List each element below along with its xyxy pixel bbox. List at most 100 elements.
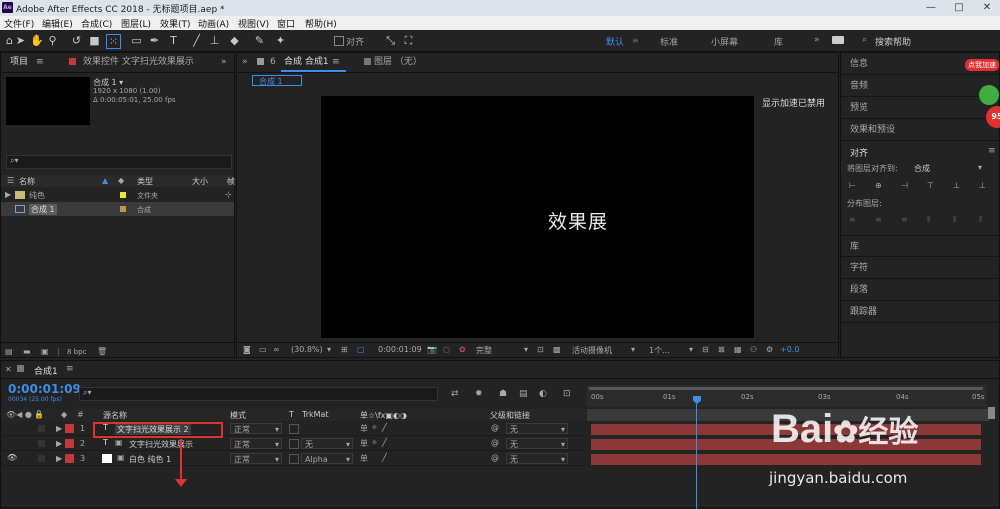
type-tool-icon[interactable]: T	[167, 34, 180, 47]
timeline-search-input[interactable]: ⌕▾	[79, 387, 438, 401]
chevron-down-icon[interactable]: ▾	[978, 163, 982, 172]
column-extra[interactable]: 帧	[227, 176, 235, 187]
align-vcenter-icon[interactable]: ⊥	[953, 181, 960, 190]
hand-tool-icon[interactable]: ✋	[30, 34, 44, 47]
more-workspaces-icon[interactable]: »	[814, 35, 820, 45]
roto-brush-tool-icon[interactable]: ✎	[253, 34, 266, 47]
comp-navigator-tab[interactable]: 合成 1	[252, 75, 302, 86]
blend-mode-dropdown[interactable]: 正常 ▾	[230, 423, 282, 434]
timeline-tab-menu-icon[interactable]: ≡	[66, 364, 74, 374]
visibility-eye-icon[interactable]: 👁	[7, 453, 17, 462]
shy-layers-icon[interactable]: ☗	[499, 389, 507, 399]
preserve-transparency-toggle[interactable]	[289, 439, 299, 449]
column-name[interactable]: 名称	[19, 176, 35, 187]
flowchart-icon[interactable]: ⚇	[750, 345, 757, 354]
source-name-header[interactable]: 源名称	[103, 410, 127, 421]
graph-editor-icon[interactable]: ⊡	[563, 389, 571, 399]
chevron-down-icon[interactable]: ▾	[524, 345, 528, 354]
expand-arrow-icon[interactable]: ▶	[56, 424, 62, 433]
sync-icon[interactable]	[832, 36, 844, 44]
layer-tab[interactable]: 图层 （无）	[374, 53, 422, 71]
pickwhip-icon[interactable]: @	[491, 453, 499, 462]
exposure-value[interactable]: +0.0	[780, 345, 799, 354]
preserve-transparency-toggle[interactable]	[289, 454, 299, 464]
menu-animation[interactable]: 动画(A)	[198, 17, 229, 30]
distribute-top-icon[interactable]: ≡	[849, 215, 856, 224]
label-color-swatch[interactable]	[120, 206, 126, 212]
motion-blur-icon[interactable]: ◐	[539, 389, 547, 399]
layer-name[interactable]: 文字扫光效果展示	[129, 439, 193, 450]
close-button[interactable]: ✕	[974, 0, 1000, 15]
menu-composition[interactable]: 合成(C)	[81, 17, 112, 30]
timeline-tab[interactable]: 合成1	[34, 364, 58, 377]
label-color-swatch[interactable]	[120, 192, 126, 198]
snap-grid-icon[interactable]: ⛶	[402, 34, 415, 47]
maximize-button[interactable]: □	[946, 0, 972, 15]
pickwhip-icon[interactable]: @	[491, 423, 499, 432]
draft-3d-icon[interactable]: ✹	[475, 389, 483, 399]
workspace-standard[interactable]: 标准	[660, 35, 678, 48]
collapse-switch-icon[interactable]: 单	[360, 423, 368, 434]
align-left-icon[interactable]: ⊢	[849, 181, 856, 190]
parent-dropdown[interactable]: 无 ▾	[506, 423, 568, 434]
lock-toggle[interactable]	[38, 455, 45, 462]
composition-tab[interactable]: 合成 合成1	[284, 53, 329, 71]
align-checkbox[interactable]	[334, 36, 344, 46]
delete-icon[interactable]: 🗑	[97, 347, 107, 356]
new-folder-icon[interactable]: ▬	[23, 347, 31, 356]
blend-mode-dropdown[interactable]: 正常 ▾	[230, 453, 282, 464]
project-tab[interactable]: 项目	[10, 53, 28, 71]
snapshot-icon[interactable]: 📷	[427, 345, 437, 354]
layer-row-2[interactable]: ▶ 2 T ▣ 文字扫光效果展示 正常 ▾ 无 ▾ 单 ✧ ╱ @ 无 ▾	[1, 437, 586, 451]
brush-tool-icon[interactable]: ╱	[190, 34, 203, 47]
puppet-tool-icon[interactable]: ✦	[274, 34, 287, 47]
trkmat-dropdown[interactable]: Alpha ▾	[301, 453, 353, 464]
preview-panel[interactable]: 预览	[841, 97, 1000, 119]
camera-tool-icon[interactable]: ■	[88, 34, 101, 47]
paragraph-panel[interactable]: 段落	[841, 279, 1000, 301]
layer-row-3[interactable]: 👁 ▶ 3 ▣ 白色 纯色 1 正常 ▾ Alpha ▾ 单 ╱ @ 无 ▾	[1, 452, 586, 466]
lock-toggle[interactable]	[38, 440, 45, 447]
zoom-dropdown[interactable]: (30.8%)	[291, 345, 323, 354]
column-type[interactable]: 类型	[137, 176, 153, 187]
selection-tool-icon[interactable]: ➤	[14, 34, 27, 47]
current-time[interactable]: 0:00:01:09	[378, 345, 422, 354]
effect-switch-icon[interactable]: ╱	[382, 423, 387, 432]
transparency-grid-icon[interactable]: ▩	[553, 345, 561, 354]
effect-switch-icon[interactable]: ╱	[382, 438, 387, 447]
parent-header[interactable]: 父级和链接	[490, 410, 530, 421]
speedup-mascot-icon[interactable]	[979, 85, 999, 105]
workspace-library[interactable]: 库	[774, 35, 783, 48]
new-composition-icon[interactable]: ▣	[41, 347, 49, 356]
label-color-swatch[interactable]	[65, 424, 74, 433]
time-ruler[interactable]: 00s 01s 02s 03s 04s 05s	[587, 385, 987, 407]
sort-ascending-icon[interactable]: ▲	[102, 176, 108, 185]
project-row-comp[interactable]: 合成 1 合成	[1, 202, 234, 216]
align-to-dropdown[interactable]: 合成	[914, 163, 930, 174]
search-help-input[interactable]: 搜索帮助	[875, 35, 911, 48]
align-hcenter-icon[interactable]: ⊕	[875, 181, 882, 190]
comp-mini-flowchart-icon[interactable]: ⇄	[451, 389, 459, 399]
interpret-footage-icon[interactable]: ▤	[5, 347, 13, 356]
menu-view[interactable]: 视图(V)	[238, 17, 269, 30]
playhead-line[interactable]	[696, 404, 697, 509]
preserve-transparency-toggle[interactable]	[289, 424, 299, 434]
quality-switch-icon[interactable]: ✧	[371, 438, 378, 447]
audio-panel[interactable]: 音频	[841, 75, 1000, 97]
work-area-bar[interactable]	[589, 387, 983, 390]
panel-more-icon[interactable]: »	[221, 53, 227, 71]
distribute-hcenter-icon[interactable]: ⦀	[953, 215, 957, 225]
panel-more-icon[interactable]: »	[242, 53, 248, 71]
mode-header[interactable]: 模式	[230, 410, 246, 421]
label-column-icon[interactable]: ◆	[118, 176, 124, 185]
layer-tab-lock-icon[interactable]	[364, 58, 371, 65]
lock-toggle[interactable]	[38, 425, 45, 432]
workspace-small-screen[interactable]: 小屏幕	[711, 35, 738, 48]
zoom-slider-handle[interactable]	[988, 407, 995, 419]
chevron-down-icon[interactable]: ▾	[327, 345, 331, 354]
speedup-badge[interactable]: 点我加速	[965, 59, 999, 71]
views-dropdown[interactable]: 1个...	[649, 345, 670, 356]
label-color-swatch[interactable]	[65, 439, 74, 448]
distribute-left-icon[interactable]: ⦀	[927, 215, 931, 225]
parent-dropdown[interactable]: 无 ▾	[506, 453, 568, 464]
